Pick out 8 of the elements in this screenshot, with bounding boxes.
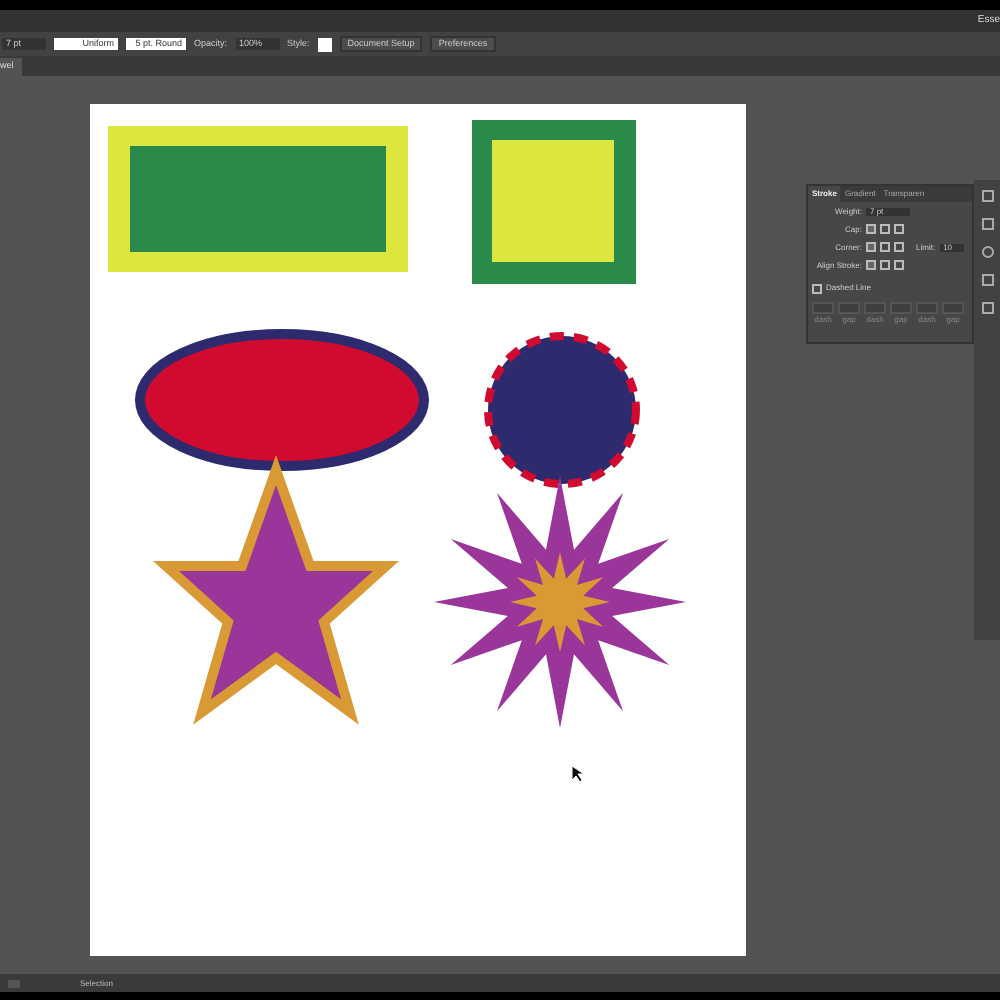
panel-icon[interactable] xyxy=(981,274,993,286)
panel-icon[interactable] xyxy=(981,246,993,258)
panel-icon[interactable] xyxy=(981,190,993,202)
panel-icon[interactable] xyxy=(981,218,993,230)
dashed-line-checkbox[interactable] xyxy=(812,283,822,293)
cursor-icon xyxy=(571,765,585,783)
panel-icon[interactable] xyxy=(981,302,993,314)
style-swatch[interactable] xyxy=(317,37,332,51)
